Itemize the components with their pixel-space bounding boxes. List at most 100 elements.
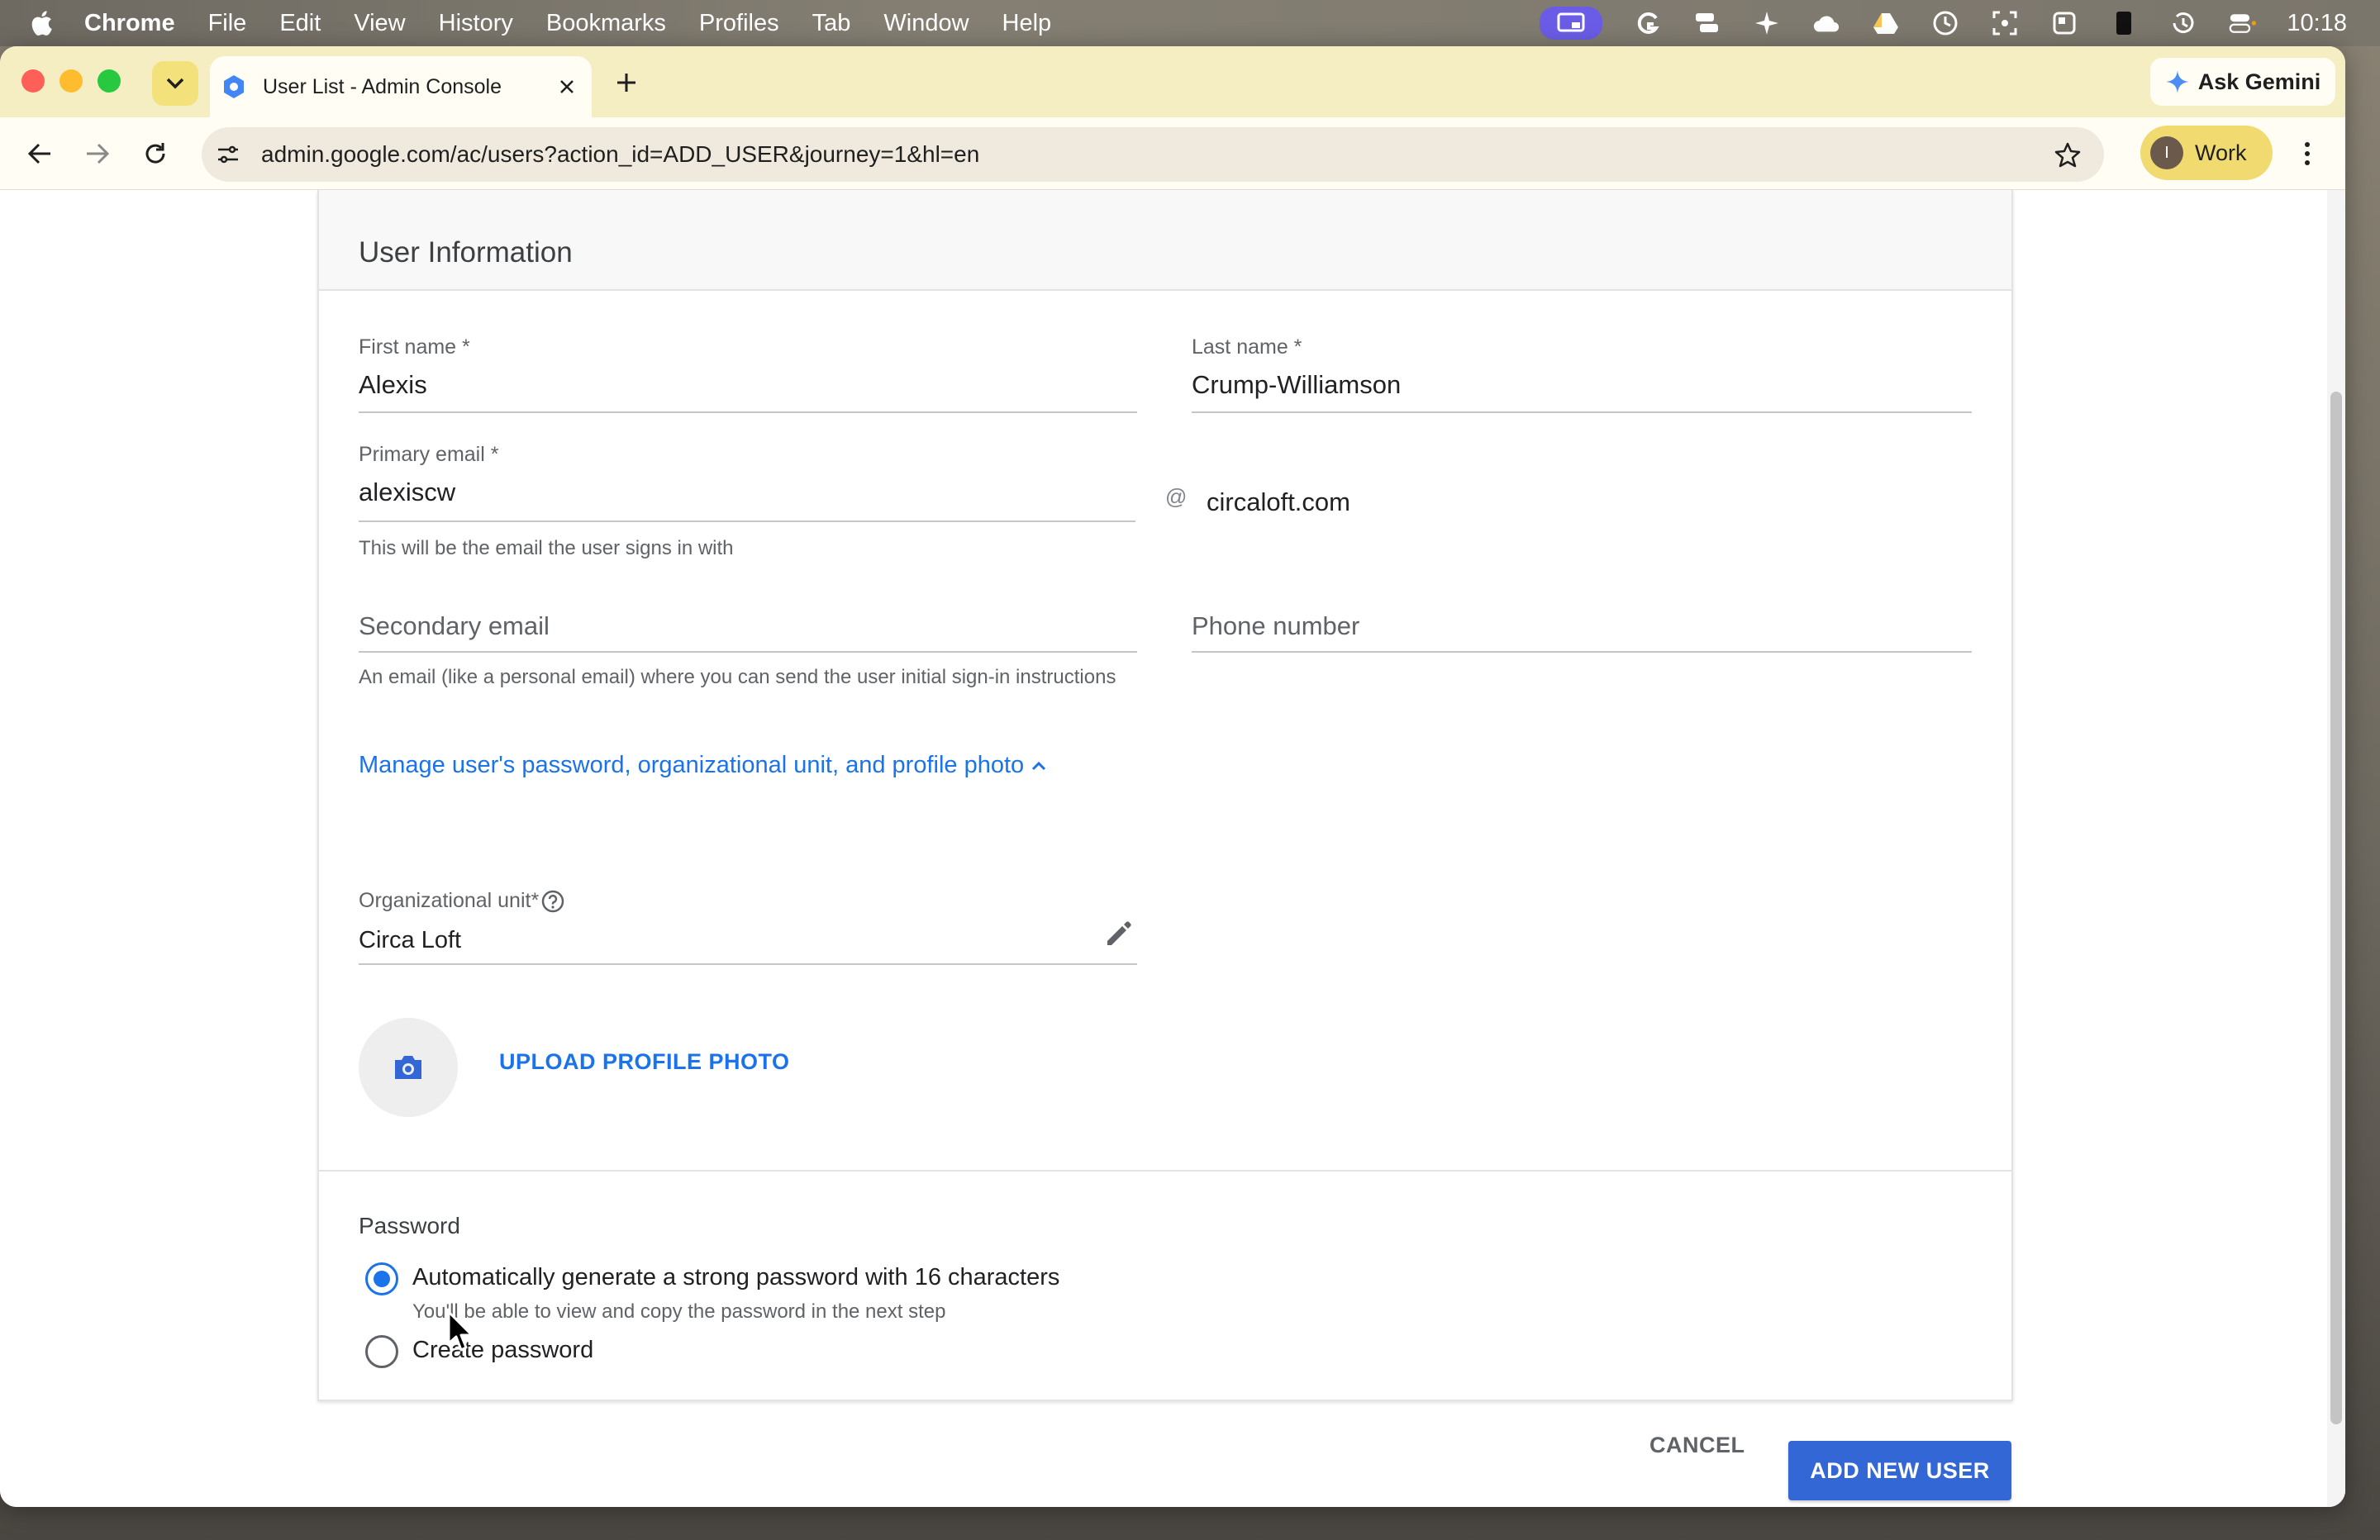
last-name-value[interactable]: Crump-Williamson [1192, 370, 1401, 400]
create-password-label[interactable]: Create password [412, 1337, 593, 1364]
primary-email-value[interactable]: alexiscw [359, 478, 455, 507]
secondary-email-hint: An email (like a personal email) where y… [359, 666, 1116, 688]
macos-menu-bar: Chrome File Edit View History Bookmarks … [0, 0, 2380, 46]
menu-help[interactable]: Help [1002, 10, 1052, 37]
org-unit-field[interactable]: Organizational unit* Circa Loft [359, 889, 1137, 968]
secondary-email-placeholder: Secondary email [359, 611, 550, 640]
reload-icon [145, 143, 165, 164]
tab-strip: User List - Admin Console Ask Gemini [0, 46, 2345, 117]
profile-chip[interactable]: I Work [2140, 126, 2273, 180]
menu-file[interactable]: File [208, 10, 247, 37]
section-title: User Information [359, 236, 573, 269]
scrollbar-track[interactable] [2327, 190, 2345, 1507]
secondary-email-field[interactable]: Secondary email [359, 603, 1137, 654]
camera-icon [395, 1056, 421, 1079]
cloud-icon[interactable] [1812, 9, 1840, 37]
email-domain: circaloft.com [1207, 487, 1350, 516]
first-name-value[interactable]: Alexis [359, 370, 427, 400]
at-symbol: @ [1165, 484, 1188, 509]
auto-generate-password-sub: You'll be able to view and copy the pass… [412, 1300, 946, 1323]
window-icon[interactable] [2050, 9, 2078, 37]
profile-photo-placeholder[interactable] [359, 1018, 458, 1117]
primary-email-field[interactable]: Primary email * alexiscw [359, 443, 1135, 524]
screen-share-icon[interactable] [1540, 7, 1603, 40]
stacked-windows-icon[interactable] [1693, 9, 1721, 37]
first-name-field[interactable]: First name * Alexis [359, 335, 1137, 415]
phone-number-field[interactable]: Phone number [1192, 603, 1972, 654]
menu-app-name[interactable]: Chrome [84, 10, 175, 37]
menu-bar-status-area: 10:18 [1540, 0, 2347, 46]
gemini-sparkle-icon [2165, 70, 2189, 93]
last-name-label: Last name * [1192, 335, 1302, 359]
manage-password-ou-photo-link[interactable]: Manage user's password, organizational u… [359, 752, 1047, 779]
forward-button[interactable] [79, 135, 116, 172]
menu-history[interactable]: History [439, 10, 513, 37]
menu-profiles[interactable]: Profiles [699, 10, 779, 37]
browser-window: User List - Admin Console Ask Gemini adm… [0, 46, 2345, 1507]
time-machine-icon[interactable] [2169, 9, 2197, 37]
avatar: I [2150, 136, 2183, 169]
tab-title: User List - Admin Console [263, 74, 502, 98]
help-circle-icon[interactable] [540, 889, 565, 914]
close-window-button[interactable] [21, 69, 45, 93]
plus-icon [617, 74, 635, 92]
primary-email-underline [359, 520, 1135, 522]
ask-gemini-button[interactable]: Ask Gemini [2150, 58, 2335, 106]
timer-icon[interactable] [1931, 9, 1959, 37]
menu-edit[interactable]: Edit [279, 10, 321, 37]
manage-link-label: Manage user's password, organizational u… [359, 752, 1025, 778]
org-unit-underline [359, 963, 1137, 965]
grammarly-icon[interactable] [1634, 9, 1662, 37]
phone-number-placeholder: Phone number [1192, 611, 1360, 640]
tab-search-button[interactable] [152, 61, 198, 106]
control-center-icon[interactable] [2229, 9, 2257, 37]
menu-tab[interactable]: Tab [812, 10, 851, 37]
phone-icon[interactable] [2110, 9, 2138, 37]
menu-bar-clock[interactable]: 10:18 [2287, 10, 2347, 37]
browser-menu-button[interactable] [2289, 135, 2325, 172]
cancel-button[interactable]: CANCEL [1649, 1433, 1745, 1458]
active-tab[interactable]: User List - Admin Console [210, 56, 592, 117]
sparkle-icon[interactable] [1753, 9, 1781, 37]
close-tab-icon[interactable] [549, 69, 585, 105]
url-text[interactable]: admin.google.com/ac/users?action_id=ADD_… [261, 141, 2049, 168]
menu-view[interactable]: View [354, 10, 405, 37]
arrow-right-icon [87, 143, 110, 164]
add-new-user-button[interactable]: ADD NEW USER [1788, 1441, 2011, 1500]
bookmark-star-icon[interactable] [2049, 136, 2086, 173]
last-name-underline [1192, 411, 1972, 413]
new-tab-button[interactable] [608, 64, 645, 101]
arrow-left-icon [27, 143, 50, 164]
phone-number-underline [1192, 651, 1972, 653]
reload-button[interactable] [137, 135, 174, 172]
create-password-radio[interactable] [365, 1335, 398, 1368]
first-name-underline [359, 411, 1137, 413]
browser-toolbar: admin.google.com/ac/users?action_id=ADD_… [0, 117, 2345, 190]
minimize-window-button[interactable] [60, 69, 83, 93]
section-divider [319, 1170, 2011, 1172]
apple-logo-icon[interactable] [30, 10, 53, 36]
first-name-label: First name * [359, 335, 470, 359]
screenshot-icon[interactable] [1991, 9, 2019, 37]
upload-profile-photo-button[interactable]: UPLOAD PROFILE PHOTO [499, 1049, 790, 1075]
mouse-pointer-icon [447, 1310, 474, 1352]
scrollbar-thumb[interactable] [2330, 392, 2342, 1424]
menu-window[interactable]: Window [883, 10, 969, 37]
menu-bookmarks[interactable]: Bookmarks [546, 10, 666, 37]
address-bar[interactable]: admin.google.com/ac/users?action_id=ADD_… [202, 127, 2104, 182]
maximize-window-button[interactable] [98, 69, 121, 93]
site-info-icon[interactable] [213, 140, 243, 169]
ask-gemini-label: Ask Gemini [2197, 69, 2321, 94]
last-name-field[interactable]: Last name * Crump-Williamson [1192, 335, 1972, 415]
auto-generate-password-radio[interactable] [365, 1262, 398, 1295]
edit-pencil-icon[interactable] [1101, 915, 1137, 952]
back-button[interactable] [21, 135, 58, 172]
more-vert-icon [2305, 142, 2310, 165]
org-unit-label: Organizational unit* [359, 889, 540, 912]
google-drive-icon[interactable] [1872, 9, 1900, 37]
chevron-up-icon [1032, 761, 1046, 770]
auto-generate-password-label[interactable]: Automatically generate a strong password… [412, 1264, 1059, 1291]
page-viewport: User Information First name * Alexis Las… [0, 190, 2345, 1507]
password-section-title: Password [359, 1213, 460, 1238]
primary-email-hint: This will be the email the user signs in… [359, 537, 734, 559]
